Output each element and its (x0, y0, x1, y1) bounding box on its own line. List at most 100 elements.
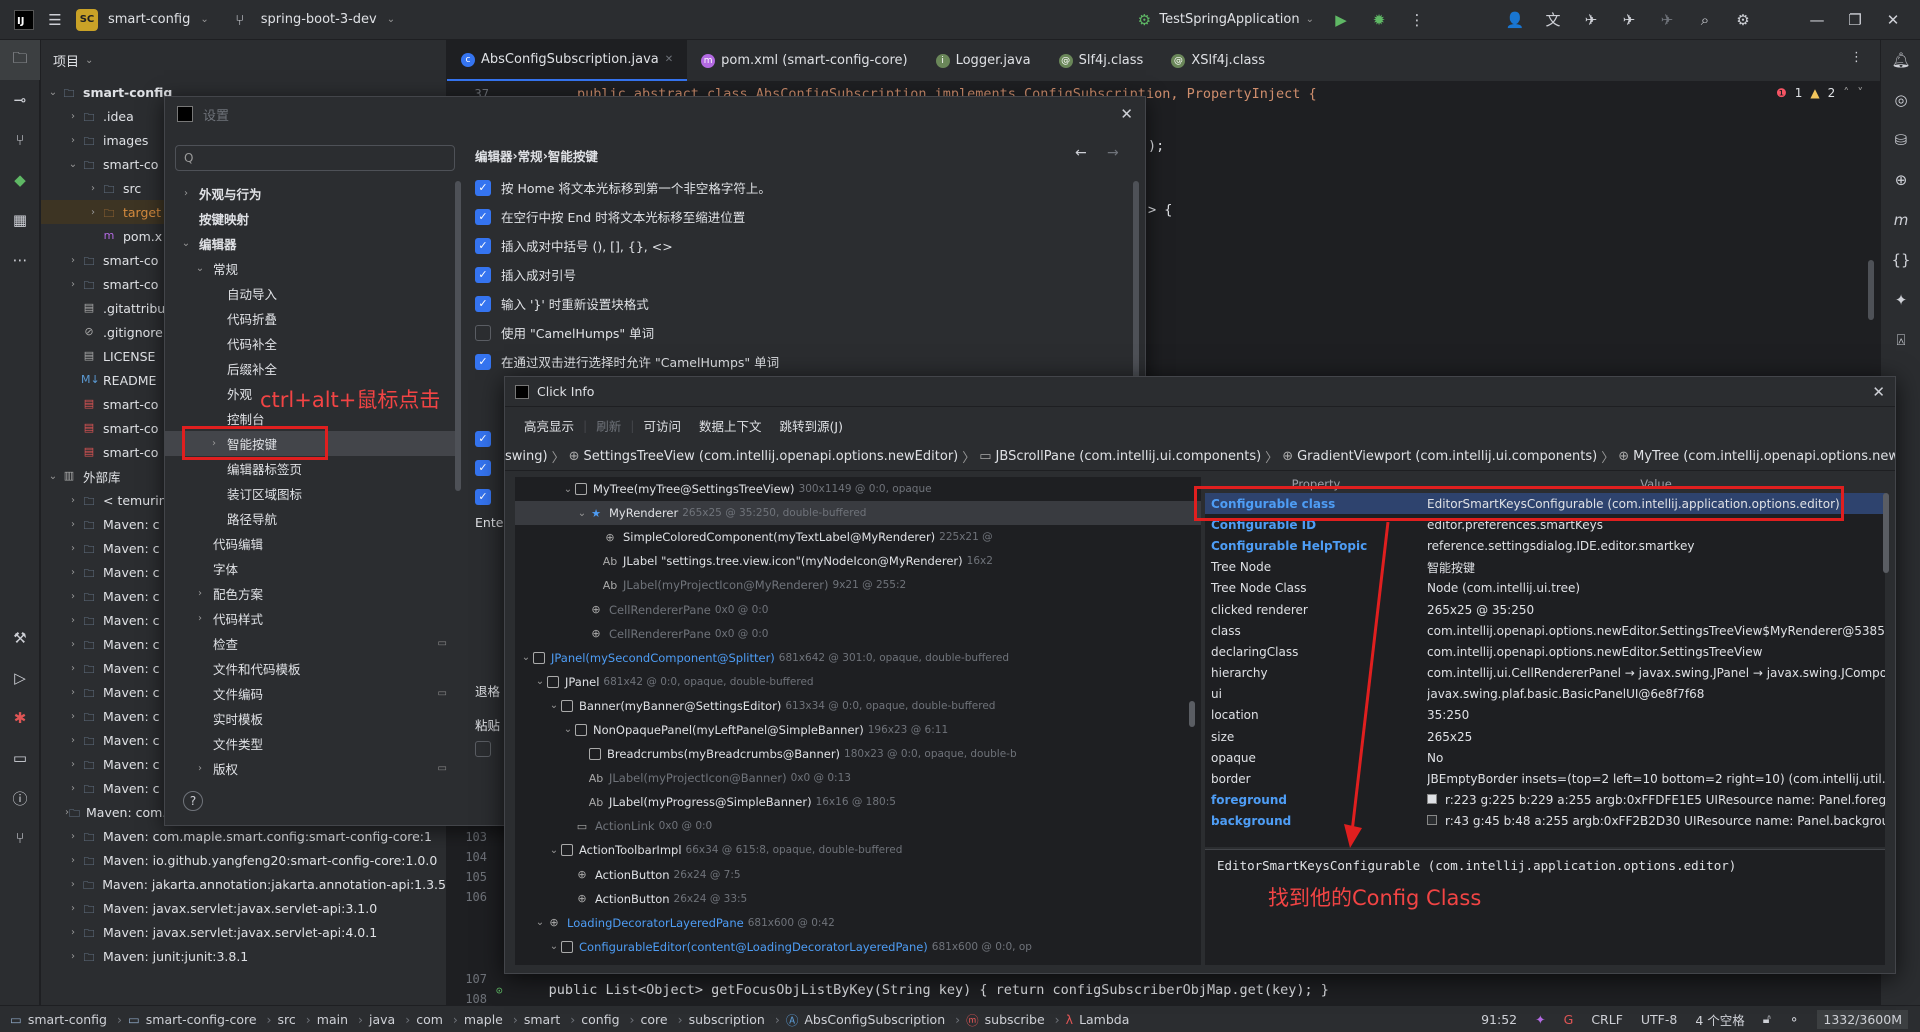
extra-option-checkbox[interactable]: ✓ (475, 424, 491, 453)
bug-icon[interactable]: ✱ (0, 698, 40, 738)
settings-tree-item[interactable]: 后缀补全 (165, 356, 457, 381)
component-tree-row[interactable]: ▭ ActionLink 0x0 @ 0:0 (515, 814, 1201, 838)
editor-tab[interactable]: m pom.xml (smart-config-core) (687, 40, 921, 81)
chevron-right-icon[interactable]: › (65, 111, 81, 122)
component-tree-row[interactable]: ⊕ SimpleColoredComponent(myTextLabel@MyRe… (515, 525, 1201, 549)
chevron-down-icon[interactable]: ⌄ (65, 159, 81, 170)
option-checkbox[interactable]: ✓ (475, 179, 491, 196)
option-checkbox[interactable]: ✓ (475, 353, 491, 370)
component-tree-row[interactable]: Ab JLabel "settings.tree.view.icon"(myNod… (515, 549, 1201, 573)
chevron-down-icon[interactable]: ⌄ (575, 508, 589, 519)
status-breadcrumb-item[interactable]: subscription (689, 1012, 765, 1027)
settings-tree-item[interactable]: 自动导入 (165, 281, 457, 306)
extra-option-checkbox[interactable]: ✓ (475, 482, 491, 511)
settings-tree-item[interactable]: ⌄ 常规 (165, 256, 457, 281)
project-tree-row[interactable]: › 🗀 Maven: javax.servlet:javax.servlet-api… (41, 920, 446, 944)
property-row[interactable]: Configurable HelpTopic reference.settings… (1205, 535, 1885, 556)
settings-tree-item[interactable]: 文件和代码模板 (165, 656, 457, 681)
project-tree-row[interactable]: › 🗀 Maven: io.github.yangfeng20:smart-conf… (41, 848, 446, 872)
services-icon[interactable]: ▷ (0, 658, 40, 698)
commit-icon[interactable]: ⊸ (0, 80, 40, 120)
chevron-right-icon[interactable]: › (193, 588, 207, 599)
settings-search-input[interactable]: Q (175, 145, 455, 171)
settings-tree-item[interactable]: 按键映射 (165, 206, 457, 231)
tabs-more-icon[interactable]: ⋮ (1850, 50, 1863, 65)
inspection-widget[interactable]: ❶1 ▲ 2 ˄ ˅ (1776, 86, 1863, 100)
chevron-right-icon[interactable]: › (85, 183, 101, 194)
component-breadcrumb-item[interactable]: MyTree (com.intellij.openapi.options.new… (1633, 449, 1895, 464)
project-panel-header[interactable]: 项目 ⌄ (41, 40, 446, 80)
caret-position[interactable]: 91:52 (1481, 1012, 1517, 1027)
component-tree-row[interactable]: ⌄ Banner(myBanner@SettingsEditor) 613x34 @… (515, 694, 1201, 718)
plugin-icon[interactable]: ✈ (1580, 9, 1602, 31)
chevron-right-icon[interactable]: › (65, 687, 81, 698)
run-config-selector[interactable]: TestSpringApplication (1159, 12, 1299, 27)
search-icon[interactable]: ⌕ (1694, 9, 1716, 31)
option-checkbox[interactable]: ✓ (475, 208, 491, 225)
smart-key-option[interactable]: 使用 "CamelHumps" 单词 (475, 318, 1135, 347)
close-icon[interactable]: ✕ (1120, 105, 1133, 123)
component-breadcrumb-item[interactable]: swing) (505, 449, 548, 464)
property-row[interactable]: opaque No (1205, 747, 1885, 768)
status-breadcrumb-item[interactable]: λ Lambda (1066, 1012, 1130, 1027)
component-tree-row[interactable]: ⌄ MyTree(myTree@SettingsTreeView) 300x1149… (515, 477, 1201, 501)
property-row[interactable]: size 265x25 (1205, 726, 1885, 747)
component-breadcrumb-item[interactable]: GradientViewport (com.intellij.ui.compon… (1297, 449, 1597, 464)
chevron-down-icon[interactable]: ⌄ (519, 652, 533, 663)
chevron-down-icon[interactable]: ⌄ (547, 845, 561, 856)
close-icon[interactable]: ✕ (665, 54, 673, 65)
file-encoding[interactable]: UTF-8 (1641, 1012, 1677, 1027)
editor-scrollbar[interactable] (1868, 260, 1874, 320)
property-row[interactable]: Tree Node Class Node (com.intellij.ui.tre… (1205, 578, 1885, 599)
unchecked-option-checkbox[interactable] (475, 741, 491, 761)
chevron-down-icon[interactable]: ⌄ (45, 87, 61, 98)
component-tree-row[interactable]: ⌄ ★ MyRenderer 265x25 @ 35:250, double-buff… (515, 501, 1201, 526)
component-tree-row[interactable]: Ab JLabel(myProjectIcon@MyRenderer) 9x21 @… (515, 573, 1201, 597)
chevron-right-icon[interactable]: › (65, 639, 81, 650)
json-icon[interactable]: {} (1881, 240, 1920, 280)
run-icon[interactable]: ▶ (1330, 9, 1352, 31)
settings-tree-item[interactable]: 文件编码 ▭ (165, 681, 457, 706)
project-tree-row[interactable]: › 🗀 Maven: jakarta.annotation:jakarta.anno… (41, 872, 446, 896)
component-tree-row[interactable]: Ab JLabel(myProgress@SimpleBanner) 16x16 @… (515, 790, 1201, 814)
chevron-up-icon[interactable]: ˄ (1843, 86, 1849, 100)
chevron-right-icon[interactable]: › (65, 759, 81, 770)
settings-tree-item[interactable]: 实时模板 (165, 706, 457, 731)
maven-icon[interactable]: m (1881, 200, 1920, 240)
app-logo[interactable]: IJ (14, 9, 34, 30)
chevron-right-icon[interactable]: › (65, 591, 81, 602)
chevron-right-icon[interactable]: › (65, 615, 81, 626)
more-tools-icon[interactable]: ⋯ (0, 240, 40, 280)
component-tree-row[interactable]: ⊕ ActionButton 26x24 @ 7:5 (515, 863, 1201, 887)
override-gutter-icon[interactable]: ⊙ (496, 984, 503, 997)
settings-tree-item[interactable]: › 外观与行为 (165, 181, 457, 206)
toolbar-button[interactable]: 可访问 (634, 416, 690, 435)
chevron-right-icon[interactable]: › (193, 763, 207, 774)
status-breadcrumb-item[interactable]: ▭ smart-config (10, 1012, 107, 1027)
settings-tree-item[interactable]: 装订区域图标 (165, 481, 457, 506)
chevron-right-icon[interactable]: › (65, 495, 81, 506)
toolbar-button[interactable]: 跳转到源(J) (771, 416, 852, 435)
translate-icon[interactable]: 文 (1542, 9, 1564, 31)
status-breadcrumb-item[interactable]: config (581, 1012, 619, 1027)
settings-tree-item[interactable]: 代码编辑 (165, 531, 457, 556)
status-breadcrumb-item[interactable]: java (369, 1012, 395, 1027)
settings-tree-item[interactable]: › 版权 ▭ (165, 756, 457, 781)
smart-key-option[interactable]: ✓ 按 Home 将文本光标移到第一个非空格字符上。 (475, 173, 1135, 202)
chevron-right-icon[interactable]: › (65, 879, 81, 890)
chevron-right-icon[interactable]: › (65, 567, 81, 578)
web-icon[interactable]: ⊕ (1881, 160, 1920, 200)
property-row[interactable]: class com.intellij.openapi.options.newEdi… (1205, 620, 1885, 641)
chevron-right-icon[interactable]: › (65, 135, 81, 146)
more-icon[interactable]: ⋮ (1406, 9, 1428, 31)
settings-tree-item[interactable]: ⌄ 编辑器 (165, 231, 457, 256)
chevron-down-icon[interactable]: ⌄ (179, 238, 193, 249)
problems-icon[interactable]: ⓘ (0, 778, 40, 818)
chevron-right-icon[interactable]: › (65, 903, 81, 914)
property-row[interactable]: border JBEmptyBorder insets=(top=2 left=1… (1205, 768, 1885, 789)
property-row[interactable]: background r:43 g:45 b:48 a:255 argb:0xFF… (1205, 811, 1885, 832)
chevron-right-icon[interactable]: › (85, 207, 101, 218)
settings-tree-item[interactable]: 路径导航 (165, 506, 457, 531)
settings-gear-icon[interactable]: ⚙ (1732, 9, 1754, 31)
settings-tree-item[interactable]: › 配色方案 (165, 581, 457, 606)
